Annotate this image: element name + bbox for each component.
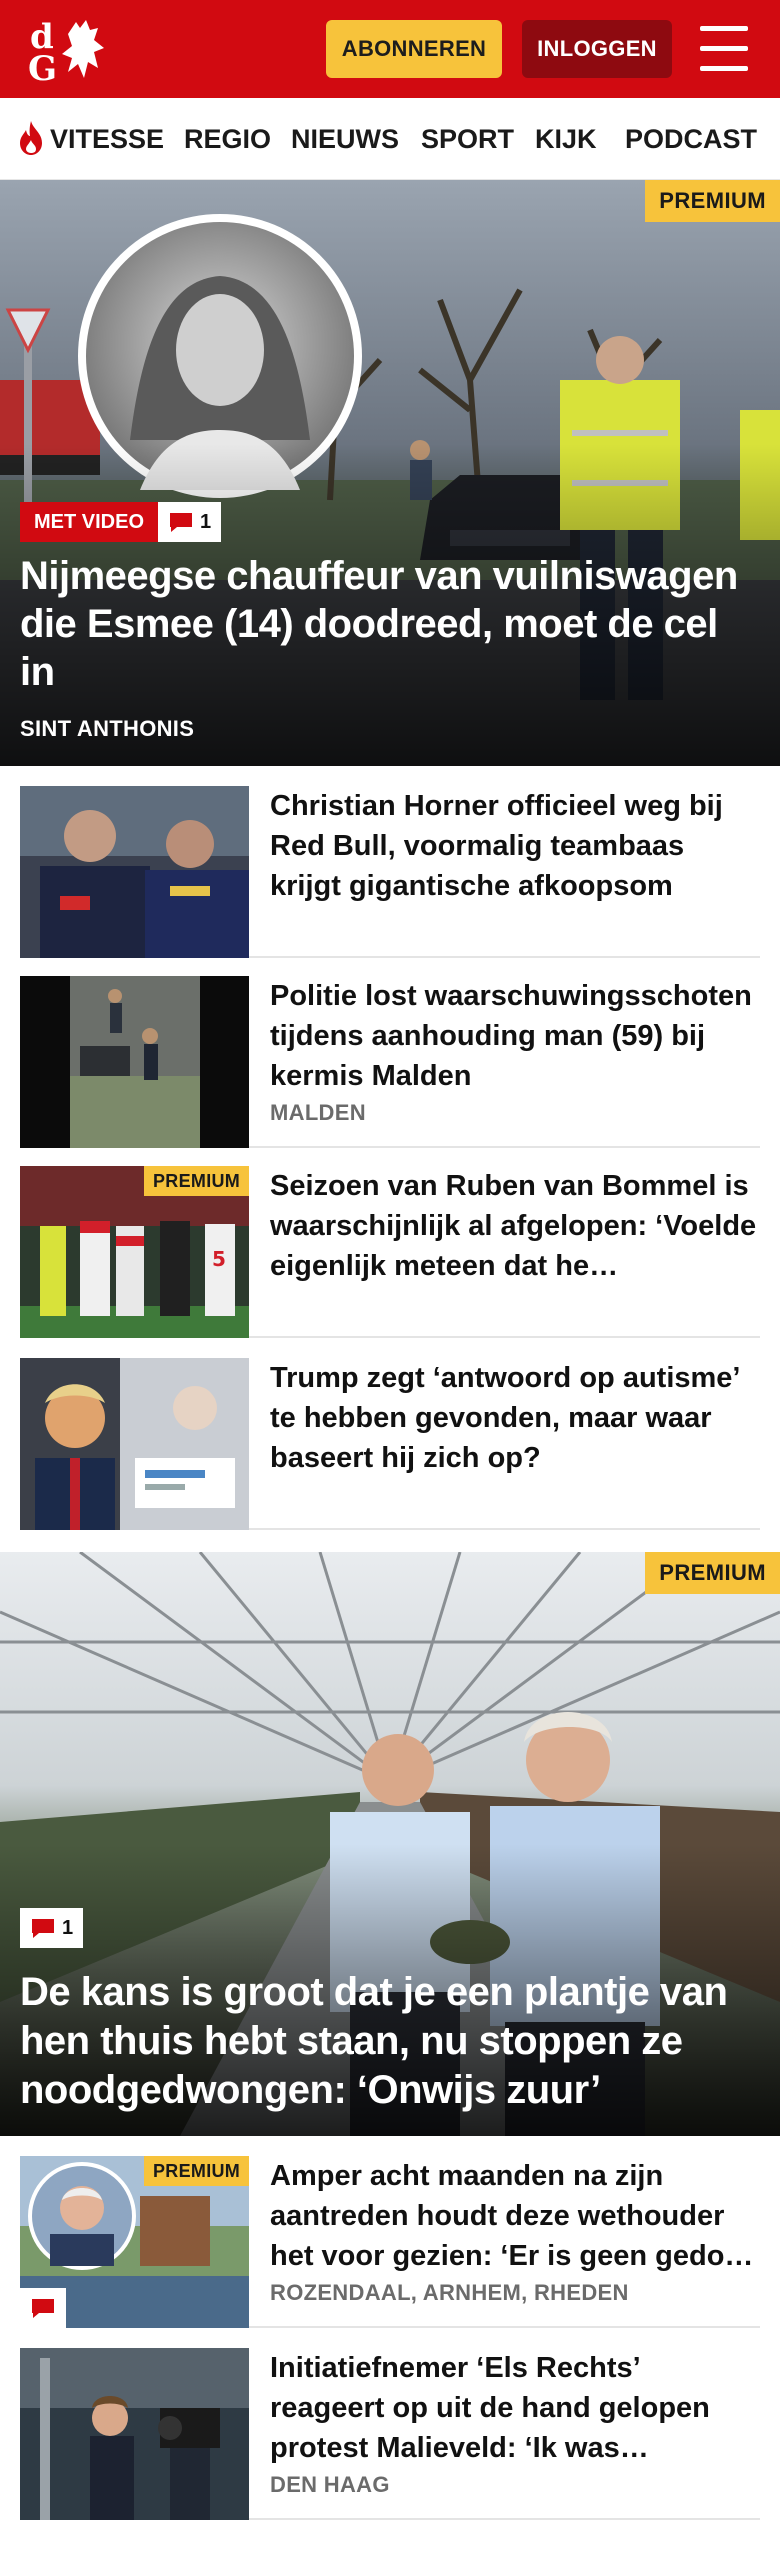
list-item[interactable]: PREMIUM Amper acht maanden na zijn aantr…: [20, 2156, 760, 2328]
nav-item-vitesse[interactable]: VITESSE: [50, 120, 164, 158]
nav-item-nieuws[interactable]: NIEUWS: [291, 120, 399, 158]
article-location: ROZENDAAL, ARNHEM, RHEDEN: [270, 2280, 629, 2305]
article-title[interactable]: Politie lost waarschuwingsscho­ten tijde…: [270, 976, 760, 1096]
list-item[interactable]: 5 PREMIUM Seizoen van Ruben van Bommel i…: [20, 1166, 760, 1338]
hero-title[interactable]: Nijmeegse chauffeur van vuilniswa­gen di…: [20, 552, 760, 696]
svg-text:G: G: [28, 49, 57, 86]
site-logo[interactable]: d G: [24, 14, 114, 89]
list-item[interactable]: Initiatiefnemer ‘Els Rechts’ reageert op…: [20, 2348, 760, 2520]
list-item[interactable]: Politie lost waarschuwingsscho­ten tijde…: [20, 976, 760, 1148]
article-location: MALDEN: [270, 1100, 366, 1125]
thumbnail-image: [20, 976, 249, 1148]
hero-location: SINT ANTHONIS: [20, 716, 195, 741]
flame-icon: [20, 121, 42, 155]
comment-icon: [32, 1919, 54, 1938]
article-title[interactable]: Initiatiefnemer ‘Els Rechts’ reageert op…: [270, 2348, 760, 2468]
video-label: MET VIDEO: [20, 502, 159, 542]
article-title[interactable]: Christian Horner officieel weg bij Red B…: [270, 786, 760, 906]
top-bar: d G ABONNEREN INLOGGEN: [0, 0, 780, 98]
login-button[interactable]: INLOGGEN: [522, 20, 672, 78]
article-title[interactable]: Seizoen van Ruben van Bommel is waarschi…: [270, 1166, 760, 1286]
premium-badge: PREMIUM: [144, 2156, 250, 2186]
premium-badge: PREMIUM: [645, 180, 780, 222]
article-title[interactable]: Amper acht maanden na zijn aantreden hou…: [270, 2156, 760, 2276]
nav-item-kijk[interactable]: KIJK: [535, 120, 597, 158]
hamburger-menu-icon[interactable]: [698, 24, 752, 74]
nav-item-podcast[interactable]: PODCAST: [625, 120, 757, 158]
nav-item-sport[interactable]: SPORT: [421, 120, 514, 158]
article-title[interactable]: Trump zegt ‘antwoord op autisme’ te hebb…: [270, 1358, 760, 1478]
section-nav: VITESSE REGIO NIEUWS SPORT KIJK PODCAST: [0, 98, 780, 180]
hero-article[interactable]: PREMIUM MET VIDEO 1 Nijmeegse chauffeur …: [0, 180, 780, 766]
video-badge: MET VIDEO 1: [20, 502, 222, 542]
list-item[interactable]: Christian Horner officieel weg bij Red B…: [20, 786, 760, 958]
featured-article[interactable]: PREMIUM 1 De kans is groot dat je een pl…: [0, 1552, 780, 2136]
thumbnail-image: [20, 786, 249, 958]
thumbnail-image: [20, 1358, 249, 1530]
premium-badge: PREMIUM: [645, 1552, 780, 1594]
premium-badge: PREMIUM: [144, 1166, 250, 1196]
article-location: DEN HAAG: [270, 2472, 390, 2497]
comment-count: 1: [20, 1908, 84, 1948]
comment-indicator: [20, 2288, 66, 2328]
thumbnail-image: [20, 2348, 249, 2520]
list-item[interactable]: Trump zegt ‘antwoord op autisme’ te hebb…: [20, 1358, 760, 1530]
subscribe-button[interactable]: ABONNEREN: [326, 20, 502, 78]
svg-text:5: 5: [212, 1247, 226, 1271]
comment-count: 1: [158, 502, 222, 542]
comment-icon: [32, 2299, 54, 2318]
nav-item-regio[interactable]: REGIO: [184, 120, 271, 158]
comment-icon: [170, 513, 193, 532]
featured-title[interactable]: De kans is groot dat je een plantje van …: [20, 1968, 770, 2115]
